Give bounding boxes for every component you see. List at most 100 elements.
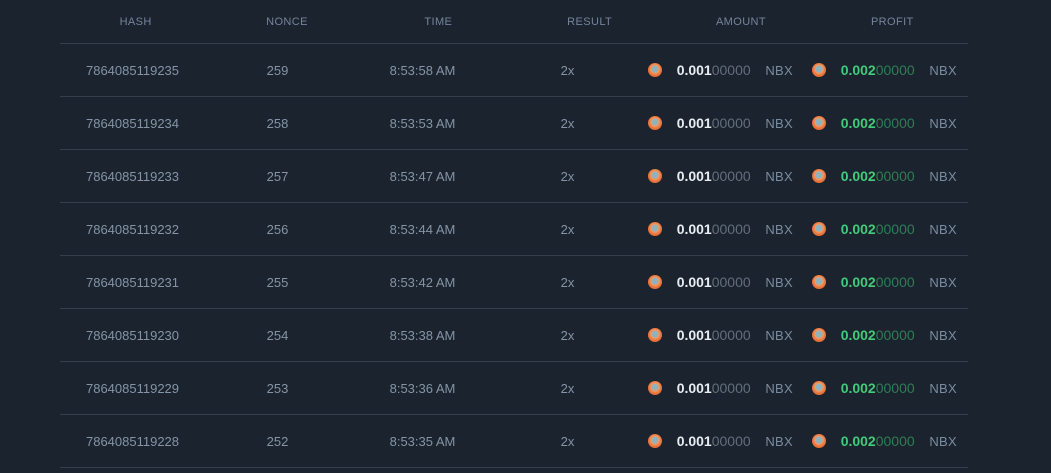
table-row[interactable]: 7864085119230 254 8:53:38 AM 2x 0.001000… <box>60 309 968 362</box>
column-header-amount: AMOUNT <box>715 15 767 28</box>
table-row[interactable]: 7864085119231 255 8:53:42 AM 2x 0.001000… <box>60 256 968 309</box>
cell-hash: 7864085119229 <box>85 380 180 396</box>
coin-icon <box>648 434 662 448</box>
cell-hash: 7864085119234 <box>85 115 180 131</box>
cell-amount: 0.00100000 NBX <box>640 380 804 396</box>
column-header-time: TIME <box>424 15 453 28</box>
coin-icon <box>648 381 662 395</box>
table-row[interactable]: 7864085119228 252 8:53:35 AM 2x 0.001000… <box>60 415 968 468</box>
coin-icon <box>812 63 826 77</box>
cell-time: 8:53:58 AM <box>389 62 456 78</box>
cell-nonce: 256 <box>266 221 289 237</box>
currency-unit-label: NBX <box>929 380 957 396</box>
profit-value: 0.00200000 <box>840 115 915 131</box>
currency-unit-label: NBX <box>929 62 957 78</box>
currency-unit-label: NBX <box>765 433 793 449</box>
coin-icon <box>648 222 662 236</box>
cell-result: 2x <box>560 380 575 396</box>
coin-icon <box>812 434 826 448</box>
coin-icon <box>812 328 826 342</box>
currency-unit-label: NBX <box>929 274 957 290</box>
coin-icon <box>648 328 662 342</box>
amount-value: 0.00100000 <box>676 274 751 290</box>
amount-value: 0.00100000 <box>676 221 751 237</box>
column-header-nonce: NONCE <box>266 15 308 28</box>
cell-hash: 7864085119232 <box>85 221 180 237</box>
cell-result: 2x <box>560 62 575 78</box>
currency-unit-label: NBX <box>765 115 793 131</box>
profit-value: 0.00200000 <box>840 221 915 237</box>
cell-hash: 7864085119228 <box>85 433 180 449</box>
currency-unit-label: NBX <box>929 327 957 343</box>
amount-value: 0.00100000 <box>676 327 751 343</box>
cell-time: 8:53:38 AM <box>389 327 456 343</box>
table-row[interactable]: 7864085119229 253 8:53:36 AM 2x 0.001000… <box>60 362 968 415</box>
bet-history-table: HASH NONCE TIME RESULT AMOUNT PROFIT 786… <box>60 0 968 468</box>
amount-value: 0.00100000 <box>676 168 751 184</box>
cell-nonce: 258 <box>266 115 289 131</box>
cell-nonce: 253 <box>266 380 289 396</box>
cell-hash: 7864085119230 <box>85 327 180 343</box>
cell-amount: 0.00100000 NBX <box>640 221 804 237</box>
amount-value: 0.00100000 <box>676 115 751 131</box>
cell-time: 8:53:35 AM <box>389 433 456 449</box>
cell-amount: 0.00100000 NBX <box>640 327 804 343</box>
currency-unit-label: NBX <box>765 274 793 290</box>
cell-time: 8:53:53 AM <box>389 115 456 131</box>
amount-value: 0.00100000 <box>676 380 751 396</box>
cell-time: 8:53:44 AM <box>389 221 456 237</box>
currency-unit-label: NBX <box>765 221 793 237</box>
table-row[interactable]: 7864085119233 257 8:53:47 AM 2x 0.001000… <box>60 150 968 203</box>
amount-value: 0.00100000 <box>676 62 751 78</box>
cell-hash: 7864085119235 <box>85 62 180 78</box>
cell-amount: 0.00100000 NBX <box>640 274 804 290</box>
table-row[interactable]: 7864085119234 258 8:53:53 AM 2x 0.001000… <box>60 97 968 150</box>
cell-nonce: 257 <box>266 168 289 184</box>
currency-unit-label: NBX <box>929 115 957 131</box>
coin-icon <box>812 116 826 130</box>
profit-value: 0.00200000 <box>840 327 915 343</box>
cell-profit: 0.00200000 NBX <box>804 168 968 184</box>
currency-unit-label: NBX <box>765 62 793 78</box>
coin-icon <box>812 275 826 289</box>
profit-value: 0.00200000 <box>840 433 915 449</box>
cell-result: 2x <box>560 274 575 290</box>
currency-unit-label: NBX <box>765 168 793 184</box>
column-header-hash: HASH <box>119 15 152 28</box>
coin-icon <box>812 381 826 395</box>
table-row[interactable]: 7864085119232 256 8:53:44 AM 2x 0.001000… <box>60 203 968 256</box>
coin-icon <box>812 222 826 236</box>
cell-nonce: 252 <box>266 433 289 449</box>
cell-profit: 0.00200000 NBX <box>804 221 968 237</box>
profit-value: 0.00200000 <box>840 380 915 396</box>
table-row[interactable]: 7864085119235 259 8:53:58 AM 2x 0.001000… <box>60 44 968 97</box>
currency-unit-label: NBX <box>765 327 793 343</box>
currency-unit-label: NBX <box>765 380 793 396</box>
coin-icon <box>648 63 662 77</box>
cell-time: 8:53:36 AM <box>389 380 456 396</box>
cell-amount: 0.00100000 NBX <box>640 168 804 184</box>
table-header-row: HASH NONCE TIME RESULT AMOUNT PROFIT <box>60 0 968 44</box>
coin-icon <box>648 116 662 130</box>
cell-nonce: 259 <box>266 62 289 78</box>
cell-time: 8:53:42 AM <box>389 274 456 290</box>
cell-nonce: 255 <box>266 274 289 290</box>
cell-hash: 7864085119231 <box>85 274 180 290</box>
amount-value: 0.00100000 <box>676 433 751 449</box>
cell-hash: 7864085119233 <box>85 168 180 184</box>
table-body: 7864085119235 259 8:53:58 AM 2x 0.001000… <box>60 44 968 468</box>
cell-amount: 0.00100000 NBX <box>640 62 804 78</box>
coin-icon <box>648 275 662 289</box>
cell-result: 2x <box>560 221 575 237</box>
cell-result: 2x <box>560 168 575 184</box>
currency-unit-label: NBX <box>929 168 957 184</box>
cell-profit: 0.00200000 NBX <box>804 115 968 131</box>
column-header-result: RESULT <box>567 15 613 28</box>
cell-result: 2x <box>560 327 575 343</box>
cell-result: 2x <box>560 115 575 131</box>
column-header-profit: PROFIT <box>870 15 914 28</box>
currency-unit-label: NBX <box>929 221 957 237</box>
cell-amount: 0.00100000 NBX <box>640 115 804 131</box>
coin-icon <box>812 169 826 183</box>
cell-result: 2x <box>560 433 575 449</box>
